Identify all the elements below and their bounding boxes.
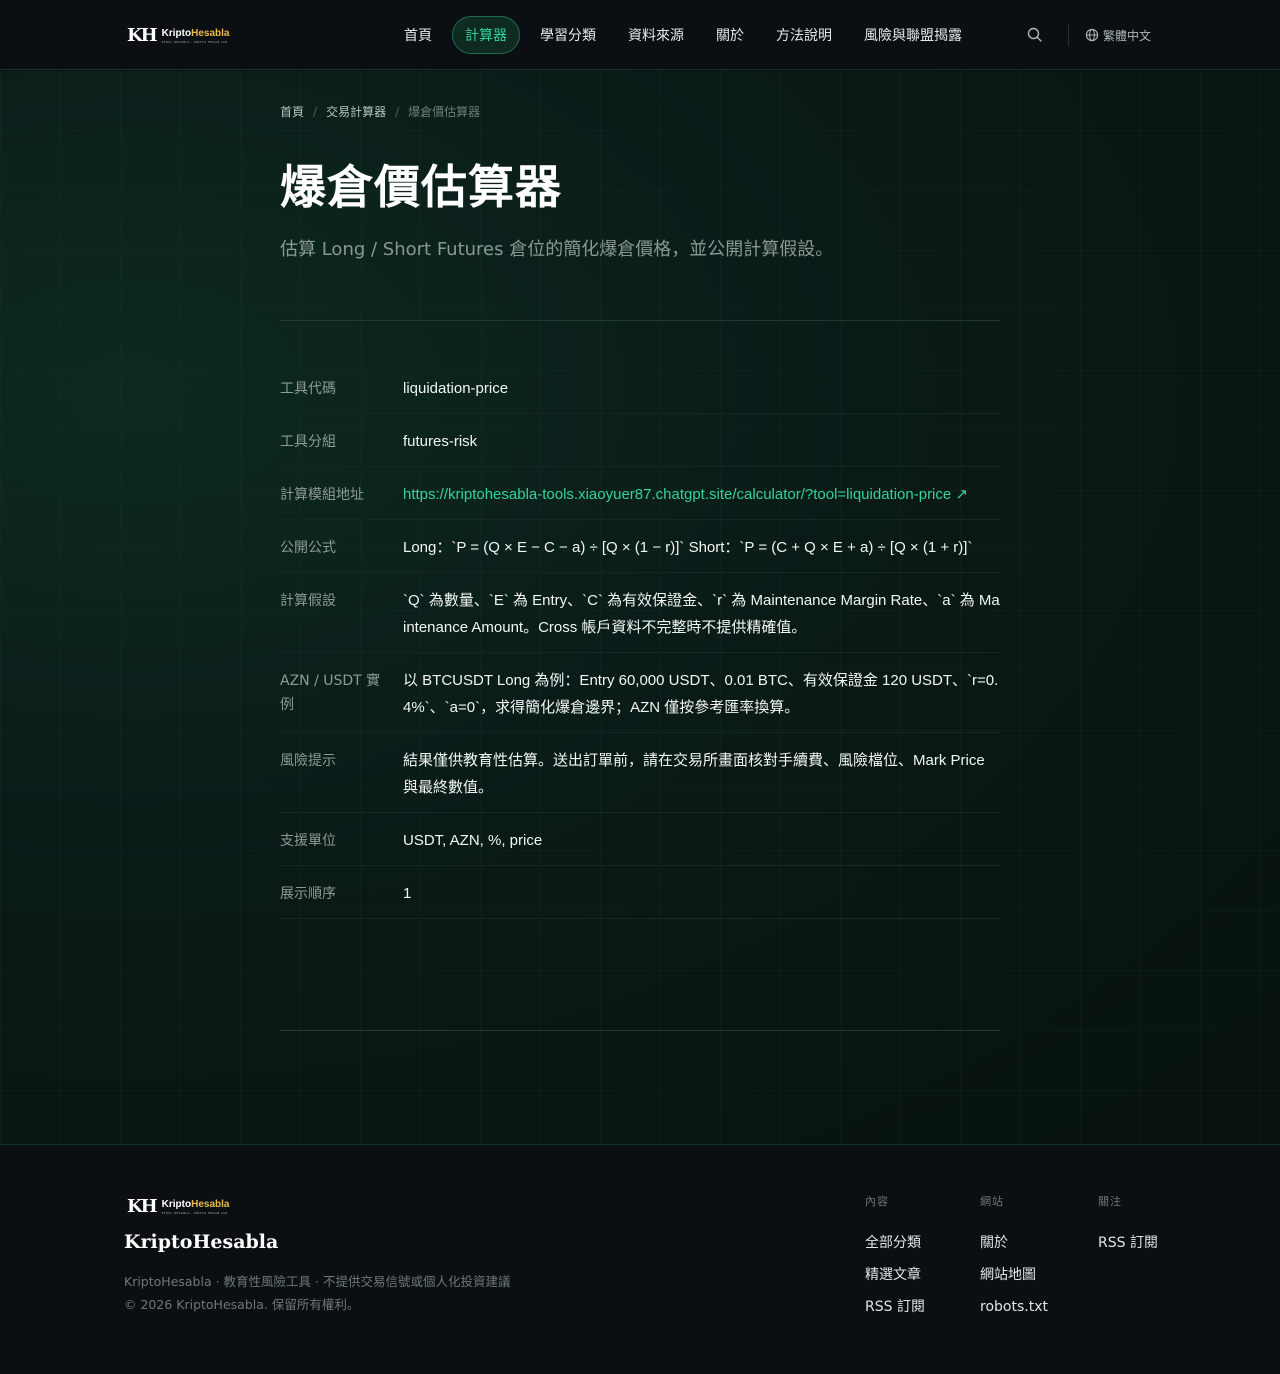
logo-text: KriptoHesabla ETKİLİ HESABLA · KRİPTO HE… — [161, 1198, 230, 1215]
footer-copyright: © 2026 KriptoHesabla. 保留所有權利。 — [124, 1297, 360, 1312]
footer-column-heading: 內容 — [865, 1195, 889, 1208]
detail-value: `Q` 為數量、`E` 為 Entry、`C` 為有效保證金、`r` 為 Mai… — [403, 592, 1000, 636]
divider-bottom — [280, 1030, 1000, 1031]
calculator-module-link[interactable]: https://kriptohesabla-tools.xiaoyuer87.c… — [403, 481, 1000, 508]
detail-key: 工具分組 — [280, 434, 336, 450]
breadcrumb-current: 爆倉價估算器 — [408, 105, 481, 119]
detail-row-units: 支援單位 USDT, AZN, %, price — [280, 813, 1000, 866]
detail-key: 計算假設 — [280, 593, 336, 609]
footer-column-follow: 關注 RSS 訂閱 — [1098, 1193, 1158, 1259]
breadcrumb: 首頁 / 交易計算器 / 爆倉價估算器 — [280, 103, 480, 120]
detail-row-display-order: 展示順序 1 — [280, 866, 1000, 919]
footer-link-about[interactable]: 關於 — [980, 1227, 1048, 1259]
top-navigation-bar: KH KriptoHesabla ETKİLİ HESABLA · KRİPTO… — [0, 0, 1280, 70]
footer-link-rss[interactable]: RSS 訂閱 — [865, 1291, 925, 1323]
breadcrumb-separator: / — [313, 104, 318, 119]
footer-link-featured-articles[interactable]: 精選文章 — [865, 1259, 925, 1291]
site-logo[interactable]: KH KriptoHesabla ETKİLİ HESABLA · KRİPTO… — [127, 24, 229, 48]
nav-calculators[interactable]: 計算器 — [452, 16, 520, 54]
divider-top — [280, 320, 1000, 321]
footer-column-heading: 關注 — [1098, 1195, 1122, 1208]
footer-link-rss-follow[interactable]: RSS 訂閱 — [1098, 1227, 1158, 1259]
breadcrumb-separator: / — [395, 104, 400, 119]
breadcrumb-home[interactable]: 首頁 — [280, 103, 304, 120]
tool-details-table: 工具代碼 liquidation-price 工具分組 futures-risk… — [280, 361, 1000, 919]
detail-value: 結果僅供教育性估算。送出訂單前，請在交易所畫面核對手續費、風險檔位、Mark P… — [403, 752, 985, 796]
detail-key: 風險提示 — [280, 753, 336, 769]
main-content: 首頁 / 交易計算器 / 爆倉價估算器 爆倉價估算器 估算 Long / Sho… — [0, 71, 1280, 1144]
detail-value: 以 BTCUSDT Long 為例：Entry 60,000 USDT、0.01… — [403, 672, 999, 716]
breadcrumb-calculators[interactable]: 交易計算器 — [326, 103, 386, 120]
footer-column-site: 網站 關於 網站地圖 robots.txt — [980, 1193, 1048, 1323]
footer-column-heading: 網站 — [980, 1195, 1004, 1208]
nav-learning-categories[interactable]: 學習分類 — [524, 16, 612, 54]
search-icon — [1027, 27, 1042, 42]
globe-icon — [1085, 28, 1099, 42]
page-title: 爆倉價估算器 — [280, 160, 562, 214]
nav-about[interactable]: 關於 — [700, 16, 760, 54]
search-button[interactable] — [1026, 26, 1044, 44]
detail-key: 工具代碼 — [280, 381, 336, 397]
footer-site-name: KriptoHesabla — [124, 1231, 279, 1253]
nav-risk-disclosure[interactable]: 風險與聯盟揭露 — [848, 16, 978, 54]
detail-key: 展示順序 — [280, 886, 336, 902]
nav-divider — [1068, 24, 1069, 46]
footer-column-content: 內容 全部分類 精選文章 RSS 訂閱 — [865, 1193, 925, 1323]
footer-description: KriptoHesabla · 教育性風險工具 · 不提供交易信號或個人化投資建… — [124, 1274, 511, 1289]
detail-row-risk-note: 風險提示 結果僅供教育性估算。送出訂單前，請在交易所畫面核對手續費、風險檔位、M… — [280, 733, 1000, 813]
footer-logo[interactable]: KH KriptoHesabla ETKİLİ HESABLA · KRİPTO… — [127, 1197, 229, 1217]
detail-row-assumptions: 計算假設 `Q` 為數量、`E` 為 Entry、`C` 為有效保證金、`r` … — [280, 573, 1000, 653]
page-subtitle: 估算 Long / Short Futures 倉位的簡化爆倉價格，並公開計算假… — [280, 239, 834, 260]
logo-text: KriptoHesabla ETKİLİ HESABLA · KRİPTO HE… — [161, 27, 230, 44]
logo-mark: KH — [127, 25, 158, 46]
site-footer: KH KriptoHesabla ETKİLİ HESABLA · KRİPTO… — [0, 1144, 1280, 1374]
detail-key: 計算模組地址 — [280, 487, 364, 503]
detail-value: USDT, AZN, %, price — [403, 832, 543, 849]
footer-link-all-categories[interactable]: 全部分類 — [865, 1227, 925, 1259]
nav-home[interactable]: 首頁 — [388, 16, 448, 54]
detail-row-tool-code: 工具代碼 liquidation-price — [280, 361, 1000, 414]
logo-mark: KH — [127, 1196, 158, 1217]
language-switcher[interactable]: 繁體中文 — [1085, 25, 1151, 45]
footer-link-robots[interactable]: robots.txt — [980, 1291, 1048, 1323]
detail-row-tool-group: 工具分組 futures-risk — [280, 414, 1000, 467]
detail-value: futures-risk — [403, 433, 478, 450]
detail-key: AZN / USDT 實例 — [280, 673, 381, 713]
detail-value: 1 — [403, 885, 412, 902]
detail-key: 支援單位 — [280, 833, 336, 849]
detail-row-module-url: 計算模組地址 https://kriptohesabla-tools.xiaoy… — [280, 467, 1000, 520]
language-label: 繁體中文 — [1103, 28, 1152, 43]
nav-methodology[interactable]: 方法說明 — [760, 16, 848, 54]
nav-sources[interactable]: 資料來源 — [612, 16, 700, 54]
detail-key: 公開公式 — [280, 540, 336, 556]
detail-row-formula: 公開公式 Long：`P = (Q × E − C − a) ÷ [Q × (1… — [280, 520, 1000, 573]
main-nav: 首頁 計算器 學習分類 資料來源 關於 方法說明 風險與聯盟揭露 — [388, 16, 978, 54]
footer-link-sitemap[interactable]: 網站地圖 — [980, 1259, 1048, 1291]
detail-value: Long：`P = (Q × E − C − a) ÷ [Q × (1 − r)… — [403, 539, 973, 556]
detail-row-example: AZN / USDT 實例 以 BTCUSDT Long 為例：Entry 60… — [280, 653, 1000, 733]
detail-value: liquidation-price — [403, 380, 509, 397]
